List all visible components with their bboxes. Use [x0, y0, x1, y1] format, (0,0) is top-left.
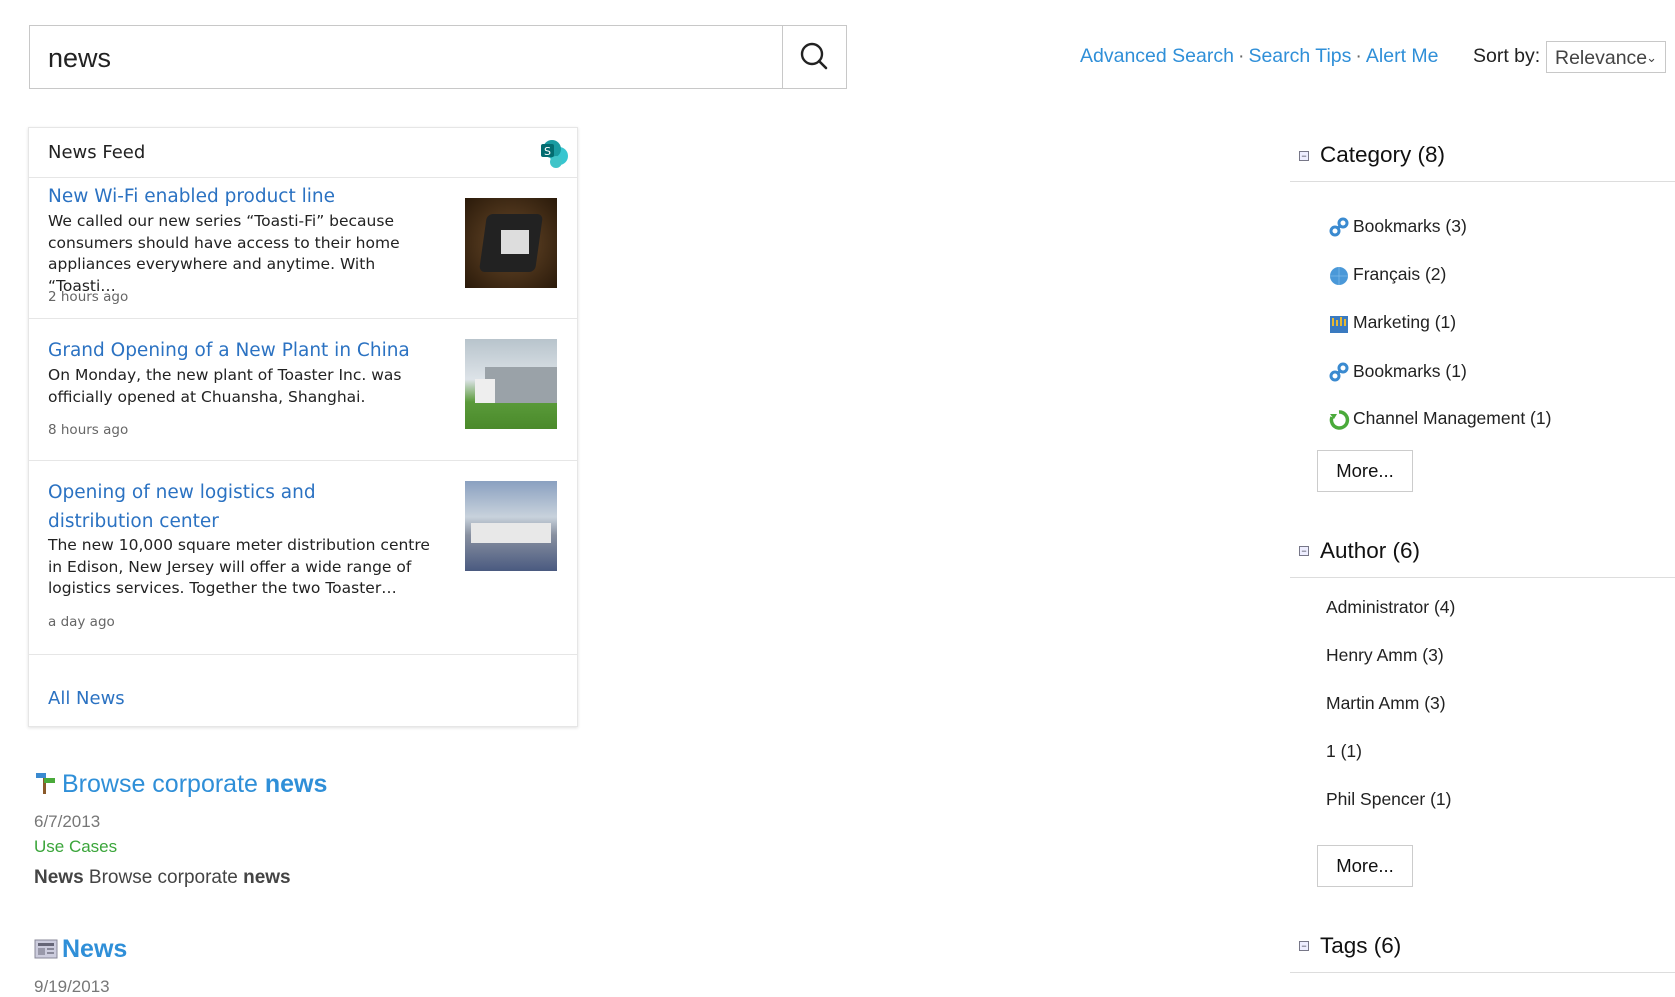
- collapse-icon[interactable]: −: [1299, 941, 1309, 951]
- result-title[interactable]: News: [34, 935, 127, 964]
- news-item-time: 2 hours ago: [48, 289, 129, 305]
- result-category[interactable]: Use Cases: [34, 837, 327, 857]
- recycle-icon: [1328, 408, 1353, 435]
- category-facet-item[interactable]: Bookmarks (3): [1328, 210, 1467, 243]
- warehouse-image: [465, 481, 557, 571]
- category-more-button[interactable]: More...: [1317, 450, 1413, 492]
- result-title-text: Browse corporate: [62, 770, 265, 798]
- news-item[interactable]: New Wi-Fi enabled product line We called…: [29, 178, 577, 319]
- news-item-title[interactable]: New Wi-Fi enabled product line: [48, 182, 418, 211]
- facet-item-label: Français (2): [1353, 264, 1447, 284]
- svg-text:S: S: [544, 145, 551, 158]
- chevron-down-icon: ⌄: [1646, 50, 1657, 65]
- author-facet-item[interactable]: Phil Spencer (1): [1326, 789, 1451, 810]
- sort-label: Sort by:: [1473, 45, 1541, 67]
- search-result: News 9/19/2013: [34, 935, 127, 997]
- sort-select[interactable]: Relevance ⌄: [1546, 41, 1666, 73]
- toaster-image: [465, 198, 557, 288]
- news-item-description: On Monday, the new plant of Toaster Inc.…: [48, 366, 402, 406]
- facet-item-label: Marketing (1): [1353, 312, 1457, 332]
- news-feed-card: News Feed S New Wi-Fi enabled product li…: [28, 127, 578, 727]
- search-links: Advanced Search · Search Tips · Alert Me: [1080, 45, 1439, 68]
- search-icon: [800, 42, 828, 70]
- result-date: 9/19/2013: [34, 977, 110, 996]
- search-tips-link[interactable]: Search Tips: [1248, 45, 1351, 67]
- separator: ·: [1355, 45, 1362, 67]
- result-snippet: News Browse corporate news: [34, 867, 291, 888]
- sharepoint-icon: S: [541, 140, 568, 168]
- search-result: Browse corporate news 6/7/2013 Use Cases…: [34, 770, 327, 889]
- result-title[interactable]: Browse corporate news: [34, 770, 327, 799]
- newspaper-icon: [34, 939, 58, 959]
- collapse-icon[interactable]: −: [1299, 546, 1309, 556]
- facet-item-label: Bookmarks (1): [1353, 361, 1467, 381]
- news-item[interactable]: Opening of new logistics and distributio…: [29, 461, 577, 655]
- divider: [1290, 577, 1675, 578]
- author-more-button[interactable]: More...: [1317, 845, 1413, 887]
- news-item-description: We called our new series “Toasti-Fi” bec…: [48, 212, 400, 295]
- author-facet-item[interactable]: Administrator (4): [1326, 597, 1455, 618]
- divider: [1290, 181, 1675, 182]
- sort-value: Relevance: [1555, 47, 1648, 69]
- facet-item-label: Bookmarks (3): [1353, 216, 1467, 236]
- result-date: 6/7/2013: [34, 812, 101, 831]
- result-title-highlight: News: [62, 935, 128, 963]
- chart-icon: [1328, 312, 1353, 339]
- collapse-icon[interactable]: −: [1299, 151, 1309, 161]
- link-icon: [1328, 216, 1353, 243]
- search-input[interactable]: [30, 26, 780, 90]
- factory-image: [465, 339, 557, 429]
- author-facet-item[interactable]: Henry Amm (3): [1326, 645, 1444, 666]
- news-item-description: The new 10,000 square meter distribution…: [48, 536, 430, 597]
- link-icon: [1328, 361, 1353, 388]
- result-title-highlight: news: [264, 770, 328, 798]
- category-facet-item[interactable]: Channel Management (1): [1328, 402, 1551, 435]
- facet-author-title[interactable]: Author (6): [1320, 538, 1420, 564]
- search-button[interactable]: [782, 26, 846, 88]
- facet-category-title[interactable]: Category (8): [1320, 142, 1445, 168]
- divider: [1290, 972, 1675, 973]
- news-item-time: 8 hours ago: [48, 422, 129, 438]
- news-item-time: a day ago: [48, 614, 115, 630]
- category-facet-item[interactable]: Français (2): [1328, 258, 1446, 291]
- news-item-title[interactable]: Opening of new logistics and distributio…: [48, 478, 418, 536]
- separator: ·: [1237, 45, 1245, 67]
- all-news-link[interactable]: All News: [48, 688, 125, 709]
- facet-item-label: Channel Management (1): [1353, 408, 1552, 428]
- news-feed-title: News Feed: [48, 142, 146, 163]
- news-item[interactable]: Grand Opening of a New Plant in China On…: [29, 319, 577, 461]
- news-item-title[interactable]: Grand Opening of a New Plant in China: [48, 336, 418, 365]
- author-facet-item[interactable]: Martin Amm (3): [1326, 693, 1446, 714]
- category-facet-item[interactable]: Bookmarks (1): [1328, 355, 1467, 388]
- alert-me-link[interactable]: Alert Me: [1366, 45, 1439, 67]
- facet-tags-title[interactable]: Tags (6): [1320, 933, 1401, 959]
- globe-icon: [1328, 264, 1353, 291]
- signpost-icon: [36, 773, 55, 794]
- search-box: [29, 25, 847, 90]
- category-facet-item[interactable]: Marketing (1): [1328, 306, 1456, 339]
- author-facet-item[interactable]: 1 (1): [1326, 741, 1362, 762]
- advanced-search-link[interactable]: Advanced Search: [1080, 45, 1234, 67]
